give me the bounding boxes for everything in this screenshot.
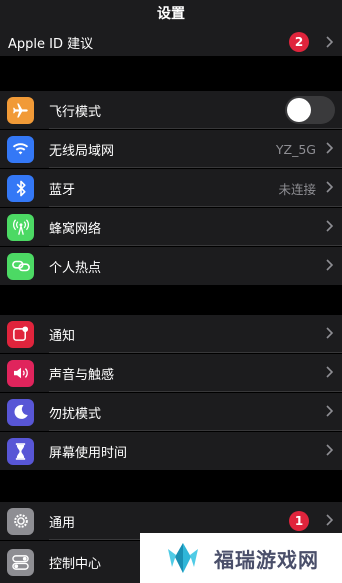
notification-icon — [7, 320, 34, 348]
row-divider — [49, 352, 342, 353]
chevron-right-icon — [326, 142, 333, 154]
general-label: 通用 — [49, 515, 76, 531]
link-icon — [7, 252, 34, 280]
page-title: 设置 — [157, 6, 185, 22]
airplane-icon — [7, 96, 34, 124]
do-not-disturb-label: 勿扰模式 — [49, 406, 102, 422]
site-watermark: 福瑞游戏网 — [140, 533, 342, 583]
settings-row-wifi[interactable]: 无线局域网 YZ_5G — [0, 130, 342, 168]
settings-row-notifications[interactable]: 通知 — [0, 315, 342, 353]
chevron-right-icon — [326, 36, 333, 48]
chevron-right-icon — [326, 514, 333, 526]
bluetooth-icon — [7, 174, 34, 202]
speaker-icon — [7, 359, 34, 387]
apple-id-suggestions-row[interactable]: Apple ID 建议 2 — [0, 28, 342, 56]
sounds-haptics-label: 声音与触感 — [49, 367, 115, 383]
settings-row-cellular[interactable]: 蜂窝网络 — [0, 208, 342, 246]
wifi-value: YZ_5G — [275, 141, 316, 157]
gear-icon — [7, 507, 34, 535]
bluetooth-value: 未连接 — [278, 181, 316, 197]
bluetooth-label: 蓝牙 — [49, 182, 76, 198]
row-divider — [49, 128, 342, 129]
settings-row-bluetooth[interactable]: 蓝牙 未连接 — [0, 169, 342, 207]
settings-row-airplane-mode[interactable]: 飞行模式 — [0, 91, 342, 129]
row-divider — [49, 245, 342, 246]
notifications-label: 通知 — [49, 328, 76, 344]
wifi-label: 无线局域网 — [49, 143, 115, 159]
airplane-mode-label: 飞行模式 — [49, 104, 102, 120]
chevron-right-icon — [326, 405, 333, 417]
control-center-label: 控制中心 — [49, 556, 102, 572]
screen-time-label: 屏幕使用时间 — [49, 445, 128, 461]
apple-id-suggestions-label: Apple ID 建议 — [8, 36, 94, 52]
row-divider — [49, 430, 342, 431]
chevron-right-icon — [326, 444, 333, 456]
toggles-icon — [7, 548, 34, 576]
watermark-logo — [168, 543, 198, 573]
general-badge: 1 — [289, 511, 309, 531]
antenna-icon — [7, 213, 34, 241]
chevron-right-icon — [326, 220, 333, 232]
chevron-right-icon — [326, 366, 333, 378]
settings-row-screen-time[interactable]: 屏幕使用时间 — [0, 432, 342, 470]
watermark-text: 福瑞游戏网 — [214, 547, 319, 572]
apple-id-badge: 2 — [289, 32, 309, 52]
personal-hotspot-label: 个人热点 — [49, 260, 102, 276]
chevron-right-icon — [326, 259, 333, 271]
settings-row-sounds-haptics[interactable]: 声音与触感 — [0, 354, 342, 392]
settings-row-personal-hotspot[interactable]: 个人热点 — [0, 247, 342, 285]
settings-row-do-not-disturb[interactable]: 勿扰模式 — [0, 393, 342, 431]
toggle-knob — [287, 98, 311, 122]
airplane-mode-toggle[interactable] — [285, 96, 335, 124]
row-divider — [49, 206, 342, 207]
chevron-right-icon — [326, 181, 333, 193]
hourglass-icon — [7, 437, 34, 465]
row-divider — [49, 391, 342, 392]
row-divider — [49, 167, 342, 168]
moon-icon — [7, 398, 34, 426]
cellular-label: 蜂窝网络 — [49, 221, 102, 237]
chevron-right-icon — [326, 327, 333, 339]
nav-title-bar: 设置 — [0, 0, 342, 28]
wifi-icon — [7, 135, 34, 163]
